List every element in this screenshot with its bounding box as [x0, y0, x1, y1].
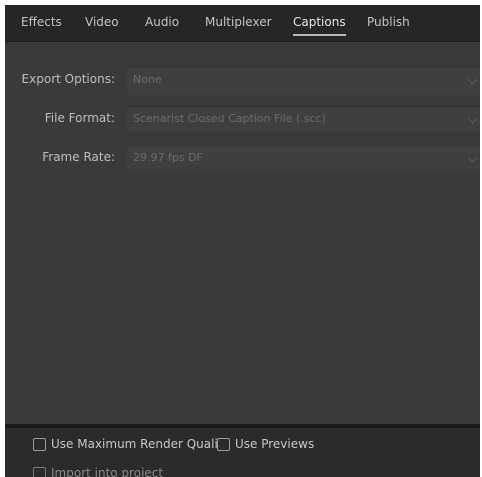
file-format-row: File Format: Scenarist Closed Caption Fi…: [5, 106, 480, 132]
tab-effects[interactable]: Effects: [21, 15, 62, 35]
frame-rate-row: Frame Rate: 29.97 fps DF: [5, 145, 480, 171]
export-settings-window: Effects Video Audio Multiplexer Captions…: [5, 5, 480, 477]
tab-publish[interactable]: Publish: [367, 15, 410, 35]
checkbox-icon: [33, 467, 46, 477]
export-options-row: Export Options: None: [5, 67, 480, 93]
chevron-down-icon: [467, 113, 478, 124]
file-format-label: File Format:: [44, 111, 115, 125]
export-options-select[interactable]: None: [127, 67, 480, 93]
chevron-down-icon: [467, 152, 478, 163]
frame-rate-label: Frame Rate:: [42, 150, 115, 164]
checkbox-icon: [33, 438, 46, 451]
tab-audio[interactable]: Audio: [145, 15, 179, 35]
max-render-quality-label: Use Maximum Render Quality: [51, 437, 230, 451]
footer-options: Use Maximum Render Quality Use Previews …: [5, 428, 480, 477]
captions-panel: Export Options: None File Format: Scenar…: [5, 42, 480, 429]
chevron-down-icon: [467, 74, 478, 85]
export-options-label: Export Options:: [21, 72, 115, 86]
tab-video[interactable]: Video: [85, 15, 119, 35]
file-format-select[interactable]: Scenarist Closed Caption File (.scc): [127, 106, 480, 132]
use-previews-label: Use Previews: [235, 437, 315, 451]
frame-rate-select[interactable]: 29.97 fps DF: [127, 145, 480, 171]
export-options-value: None: [133, 73, 162, 86]
use-previews-checkbox[interactable]: Use Previews: [217, 437, 317, 453]
import-into-project-label: Import into project: [51, 466, 164, 477]
checkbox-icon: [217, 438, 230, 451]
tab-captions[interactable]: Captions: [293, 15, 346, 36]
tab-multiplexer[interactable]: Multiplexer: [205, 15, 272, 35]
frame-rate-value: 29.97 fps DF: [133, 151, 203, 164]
max-render-quality-checkbox[interactable]: Use Maximum Render Quality: [33, 437, 230, 453]
file-format-value: Scenarist Closed Caption File (.scc): [133, 112, 326, 125]
tab-bar: Effects Video Audio Multiplexer Captions…: [5, 5, 480, 41]
import-into-project-checkbox[interactable]: Import into project: [33, 466, 173, 477]
